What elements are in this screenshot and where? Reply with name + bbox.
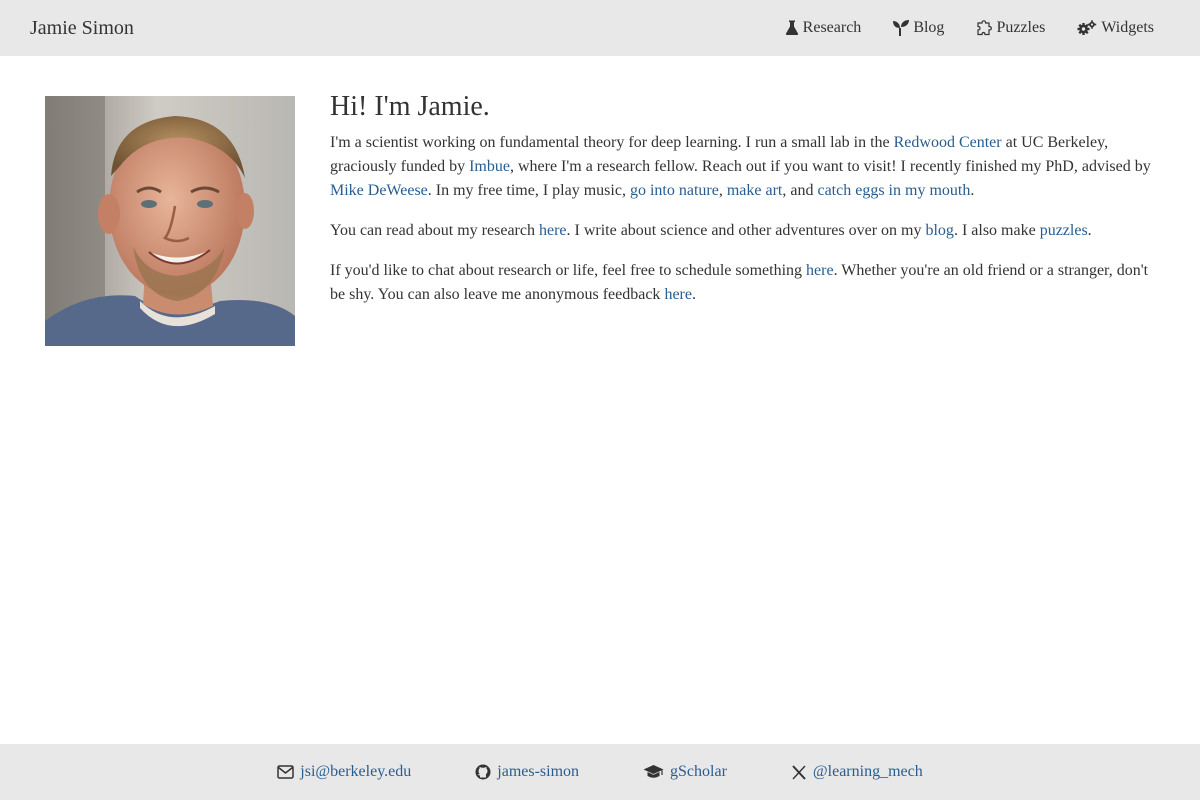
nav-item-widgets[interactable]: Widgets [1077, 19, 1154, 37]
footer-email: jsi@berkeley.edu [277, 763, 411, 781]
research-paragraph: You can read about my research here. I w… [330, 219, 1160, 243]
footer-x: @learning_mech [791, 763, 923, 781]
intro-text-1: I'm a scientist working on fundamental t… [330, 134, 894, 151]
contact-text-3: . [691, 286, 696, 303]
flask-icon [785, 20, 799, 36]
top-navbar: Jamie Simon Research Blog Puzzles Widget… [0, 0, 1200, 56]
intro-section: Hi! I'm Jamie. I'm a scientist working o… [330, 90, 1160, 323]
nature-link[interactable]: go into nature [630, 182, 719, 199]
intro-paragraph: I'm a scientist working on fundamental t… [330, 131, 1160, 203]
x-handle-link[interactable]: @learning_mech [813, 763, 923, 781]
eggs-link[interactable]: catch eggs in my mouth [817, 182, 970, 199]
mike-deweese-link[interactable]: Mike DeWeese [330, 182, 428, 199]
email-link[interactable]: jsi@berkeley.edu [300, 763, 411, 781]
envelope-icon [277, 765, 295, 779]
seedling-icon [893, 20, 910, 36]
page-title: Hi! I'm Jamie. [330, 91, 490, 122]
intro-text-6: , and [782, 182, 818, 199]
intro-text-5: , [718, 182, 727, 199]
contact-text-1: If you'd like to chat about research or … [330, 262, 807, 279]
nav-item-research[interactable]: Research [785, 19, 862, 37]
blog-link[interactable]: blog [925, 222, 953, 239]
site-title-link[interactable]: Jamie Simon [30, 15, 134, 41]
gears-icon [1077, 20, 1097, 36]
intro-text-3: , where I'm a research fellow. Reach out… [509, 158, 1151, 175]
research-here-link[interactable]: here [539, 222, 567, 239]
intro-text-7: . [970, 182, 975, 199]
footer-github: james-simon [475, 763, 579, 781]
github-icon [475, 764, 491, 780]
research-text-2: . I write about science and other advent… [566, 222, 926, 239]
imbue-link[interactable]: Imbue [469, 158, 510, 175]
nav-item-blog[interactable]: Blog [893, 19, 944, 37]
nav-item-puzzles[interactable]: Puzzles [976, 19, 1045, 37]
redwood-center-link[interactable]: Redwood Center [894, 134, 1002, 151]
research-text-1: You can read about my research [330, 222, 539, 239]
intro-text-4: . In my free time, I play music, [427, 182, 630, 199]
footer-bar: jsi@berkeley.edu james-simon gScholar @l… [0, 744, 1200, 800]
puzzle-icon [976, 20, 993, 36]
nav-menu: Research Blog Puzzles Widgets [785, 0, 1154, 56]
research-text-4: . [1087, 222, 1092, 239]
puzzles-link[interactable]: puzzles [1040, 222, 1088, 239]
research-text-3: . I also make [953, 222, 1040, 239]
x-logo-icon [791, 764, 807, 780]
schedule-here-link[interactable]: here [806, 262, 834, 279]
gscholar-link[interactable]: gScholar [670, 763, 727, 781]
nav-research-label: Research [802, 19, 862, 36]
feedback-here-link[interactable]: here [664, 286, 692, 303]
profile-photo [45, 96, 295, 346]
github-link[interactable]: james-simon [497, 763, 579, 781]
contact-paragraph: If you'd like to chat about research or … [330, 259, 1160, 307]
graduation-cap-icon [643, 764, 664, 780]
nav-blog-label: Blog [913, 19, 945, 36]
nav-widgets-label: Widgets [1101, 19, 1154, 36]
art-link[interactable]: make art [727, 182, 783, 199]
nav-puzzles-label: Puzzles [996, 19, 1046, 36]
footer-scholar: gScholar [643, 763, 727, 781]
